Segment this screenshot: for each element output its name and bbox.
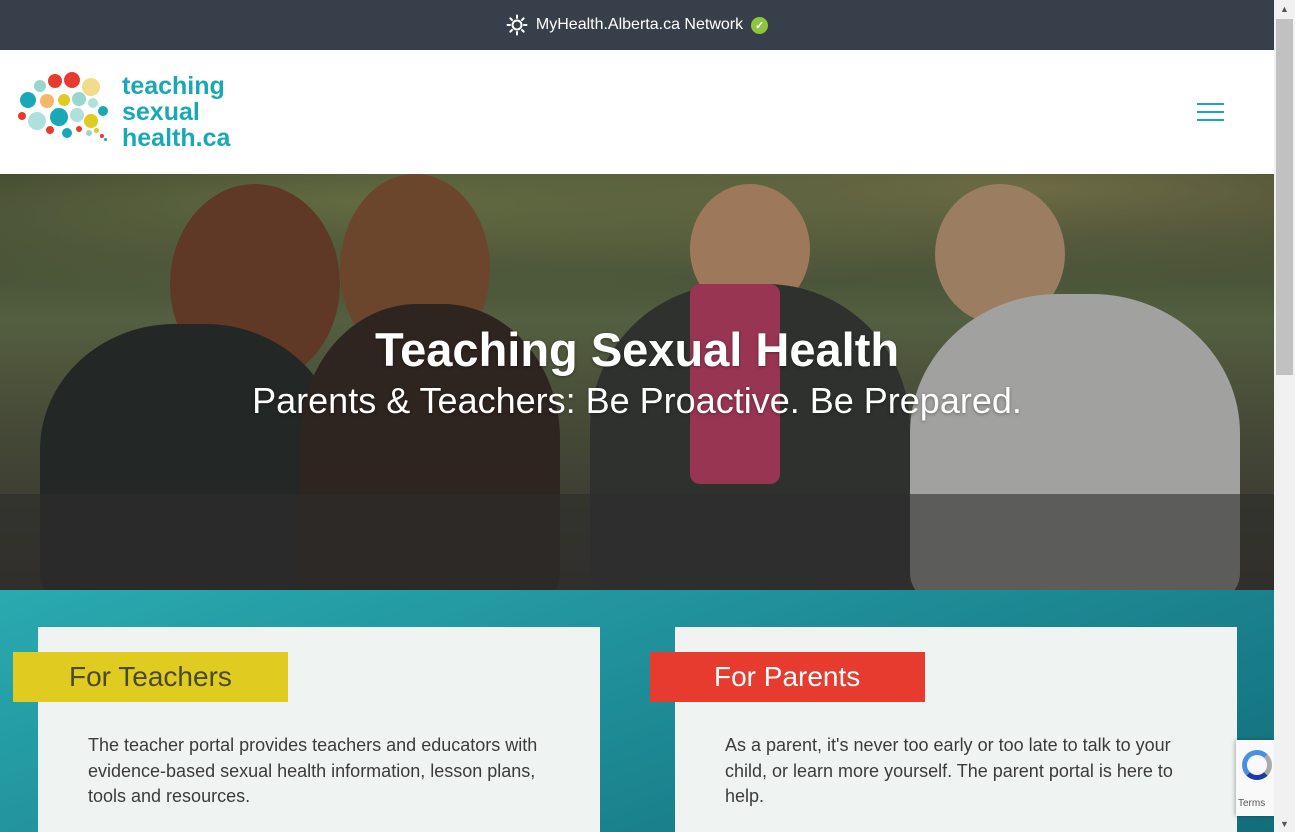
sun-icon	[506, 14, 528, 36]
network-bar: MyHealth.Alberta.ca Network ✓	[0, 0, 1274, 50]
parents-card: For Parents As a parent, it's never too …	[650, 627, 1237, 832]
recaptcha-badge[interactable]: Terms	[1236, 740, 1274, 816]
scroll-down-arrow-icon[interactable]: ▼	[1274, 815, 1295, 832]
check-circle-icon: ✓	[751, 16, 769, 34]
portal-cards-section: For Teachers The teacher portal provides…	[0, 590, 1274, 832]
for-parents-button[interactable]: For Parents	[650, 652, 925, 702]
network-label: MyHealth.Alberta.ca Network	[535, 16, 744, 33]
logo-text: teaching sexual health.ca	[122, 72, 230, 151]
hero-title: Teaching Sexual Health	[374, 323, 900, 376]
logo-line-2: sexual	[122, 98, 200, 126]
page-scrollbar[interactable]: ▲ ▼	[1274, 0, 1295, 832]
hero-subtitle: Parents & Teachers: Be Proactive. Be Pre…	[252, 380, 1022, 421]
for-teachers-button[interactable]: For Teachers	[13, 652, 288, 702]
scroll-up-arrow-icon[interactable]: ▲	[1274, 0, 1295, 17]
hamburger-icon[interactable]	[1197, 103, 1224, 123]
network-link[interactable]: MyHealth.Alberta.ca Network ✓	[506, 14, 769, 36]
recaptcha-terms-link[interactable]: Terms	[1238, 798, 1265, 809]
teachers-card: For Teachers The teacher portal provides…	[13, 627, 600, 832]
bubbles-logo-icon	[18, 72, 108, 148]
site-header: teaching sexual health.ca	[0, 50, 1274, 174]
parents-card-text: As a parent, it's never too early or too…	[725, 735, 1173, 806]
site-logo[interactable]: teaching sexual health.ca	[18, 72, 230, 151]
logo-line-3: health.ca	[122, 124, 231, 152]
hero-banner: Teaching Sexual Health Parents & Teacher…	[0, 174, 1274, 590]
recaptcha-icon	[1242, 750, 1272, 780]
logo-line-1: teaching	[122, 72, 225, 100]
scroll-thumb[interactable]	[1276, 19, 1293, 375]
teachers-card-text: The teacher portal provides teachers and…	[88, 735, 538, 806]
